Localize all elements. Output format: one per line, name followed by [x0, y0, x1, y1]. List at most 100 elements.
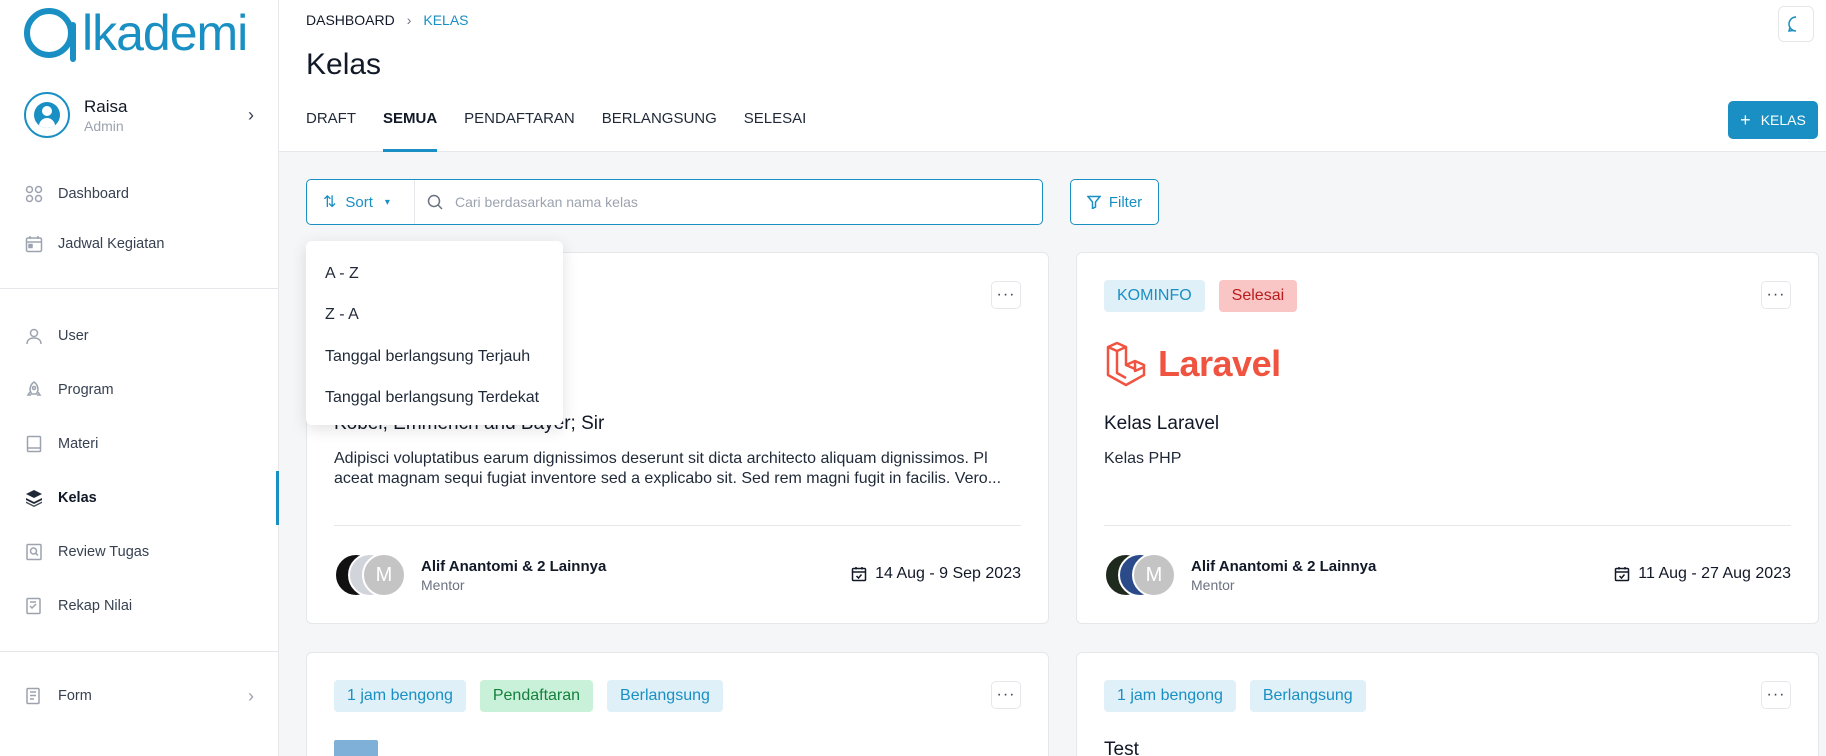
breadcrumb-dashboard[interactable]: DASHBOARD: [306, 12, 395, 28]
status-badge: 1 jam bengong: [334, 680, 466, 712]
mentor-info: M Alif Anantomi & 2 Lainnya Mentor: [1104, 553, 1376, 597]
card-divider: [1104, 525, 1791, 526]
tab-semua[interactable]: SEMUA: [383, 100, 438, 152]
search-input[interactable]: [455, 181, 1042, 223]
page-title: Kelas: [306, 48, 382, 81]
status-badge: Pendaftaran: [479, 680, 594, 712]
sidebar-item-review-tugas[interactable]: Review Tugas: [24, 538, 254, 566]
filter-button[interactable]: Filter: [1070, 179, 1159, 225]
class-thumbnail: [334, 740, 378, 756]
layers-icon: [24, 488, 44, 508]
class-date: 14 Aug - 9 Sep 2023: [851, 565, 1021, 583]
sidebar-item-materi[interactable]: Materi: [24, 430, 254, 458]
sidebar-item-jadwal-kegiatan[interactable]: Jadwal Kegiatan: [24, 230, 254, 258]
sidebar-item-label: Kelas: [58, 490, 97, 506]
mentor-name: Alif Anantomi & 2 Lainnya: [421, 557, 607, 575]
class-badges: 1 jam bengong Pendaftaran Berlangsung: [334, 680, 737, 712]
sidebar-item-label: Program: [58, 382, 114, 398]
mentor-avatars: M: [1104, 553, 1182, 597]
chevron-right-icon: ›: [248, 104, 254, 125]
filter-icon: [1086, 195, 1101, 209]
topbar: DASHBOARD › KELAS Kelas DRAFT SEMUA PEND…: [279, 0, 1826, 152]
class-card[interactable]: 1 jam bengong Pendaftaran Berlangsung ··…: [306, 652, 1049, 756]
laravel-icon: [1106, 341, 1146, 387]
status-badge: Berlangsung: [607, 680, 723, 712]
sidebar-item-kelas[interactable]: Kelas: [24, 484, 254, 512]
book-icon: [24, 434, 44, 454]
status-badge: Berlangsung: [1249, 680, 1366, 712]
review-icon: [24, 542, 44, 562]
tab-pendaftaran[interactable]: PENDAFTARAN: [464, 100, 575, 152]
class-title: Test: [1104, 739, 1139, 756]
sidebar-item-label: Form: [58, 688, 92, 704]
sidebar-item-label: User: [58, 328, 89, 344]
sort-option-terdekat[interactable]: Tanggal berlangsung Terdekat: [306, 378, 563, 420]
chat-icon: [1787, 16, 1797, 32]
more-options-button[interactable]: ···: [991, 681, 1021, 709]
logo-text: lkademi: [82, 5, 248, 61]
avatar: M: [1132, 553, 1176, 597]
more-options-button[interactable]: ···: [991, 281, 1021, 309]
class-logo: Laravel: [1104, 341, 1281, 387]
search-icon: [415, 194, 455, 210]
sidebar-item-program[interactable]: Program: [24, 376, 254, 404]
calendar-icon: [24, 234, 44, 254]
sort-button[interactable]: ⇅ Sort ▾: [307, 180, 415, 224]
class-date-text: 11 Aug - 27 Aug 2023: [1638, 565, 1791, 582]
main-content: DASHBOARD › KELAS Kelas DRAFT SEMUA PEND…: [279, 0, 1826, 756]
mentor-text: Alif Anantomi & 2 Lainnya Mentor: [421, 558, 606, 593]
status-tabs: DRAFT SEMUA PENDAFTARAN BERLANGSUNG SELE…: [306, 100, 833, 152]
logo-mark-icon: [24, 8, 76, 62]
grid-icon: [24, 184, 44, 204]
sidebar-item-label: Jadwal Kegiatan: [58, 236, 165, 252]
sidebar-item-rekap-nilai[interactable]: Rekap Nilai: [24, 592, 254, 620]
user-icon: [24, 326, 44, 346]
sort-option-z-a[interactable]: Z - A: [306, 295, 563, 337]
status-badge: KOMINFO: [1104, 280, 1205, 312]
brand-logo[interactable]: lkademi: [24, 4, 248, 62]
tab-selesai[interactable]: SELESAI: [744, 100, 807, 152]
sidebar-item-label: Materi: [58, 436, 99, 452]
calendar-check-icon: [851, 567, 867, 582]
avatar: [24, 92, 70, 138]
checklist-icon: [24, 596, 44, 616]
add-kelas-label: KELAS: [1760, 112, 1806, 128]
sidebar-item-label: Review Tugas: [58, 544, 150, 560]
profile-menu[interactable]: Raisa Admin ›: [24, 92, 254, 138]
class-card[interactable]: 1 jam bengong Berlangsung ··· Test: [1076, 652, 1819, 756]
rocket-icon: [24, 380, 44, 400]
sidebar-item-user[interactable]: User: [24, 322, 254, 350]
sort-option-a-z[interactable]: A - Z: [306, 253, 563, 295]
card-divider: [334, 525, 1021, 526]
chat-button[interactable]: [1778, 6, 1814, 42]
more-horizontal-icon: ···: [1766, 286, 1786, 303]
class-description: Adipisci voluptatibus earum dignissimos …: [334, 450, 1002, 487]
breadcrumb-current: KELAS: [423, 12, 469, 28]
more-options-button[interactable]: ···: [1761, 281, 1791, 309]
more-options-button[interactable]: ···: [1761, 681, 1791, 709]
tab-draft[interactable]: DRAFT: [306, 100, 356, 152]
sort-option-terjauh[interactable]: Tanggal berlangsung Terjauh: [306, 336, 563, 378]
tab-berlangsung[interactable]: BERLANGSUNG: [602, 100, 717, 152]
avatar: M: [362, 553, 406, 597]
plus-icon: +: [1740, 109, 1751, 130]
sidebar-item-label: Dashboard: [58, 186, 129, 202]
status-badge: 1 jam bengong: [1104, 680, 1236, 712]
mentor-role: Mentor: [421, 576, 465, 593]
breadcrumb: DASHBOARD › KELAS: [306, 12, 469, 28]
mentor-info: M Alif Anantomi & 2 Lainnya Mentor: [334, 553, 606, 597]
chevron-down-icon: ▾: [384, 196, 390, 208]
form-icon: [24, 686, 44, 706]
sort-dropdown: A - Z Z - A Tanggal berlangsung Terjauh …: [306, 241, 563, 425]
sidebar-item-dashboard[interactable]: Dashboard: [24, 180, 254, 208]
add-kelas-button[interactable]: + KELAS: [1728, 101, 1818, 139]
mentor-avatars: M: [334, 553, 412, 597]
profile-text: Raisa Admin: [84, 97, 248, 134]
class-date-text: 14 Aug - 9 Sep 2023: [875, 565, 1021, 582]
profile-name: Raisa: [84, 96, 128, 116]
laravel-logo-text: Laravel: [1158, 343, 1281, 384]
sidebar-item-form[interactable]: Form ›: [24, 682, 254, 710]
class-card[interactable]: KOMINFO Selesai ··· Laravel Kelas Larave…: [1076, 252, 1819, 624]
class-date: 11 Aug - 27 Aug 2023: [1614, 565, 1791, 583]
more-horizontal-icon: ···: [996, 686, 1016, 703]
